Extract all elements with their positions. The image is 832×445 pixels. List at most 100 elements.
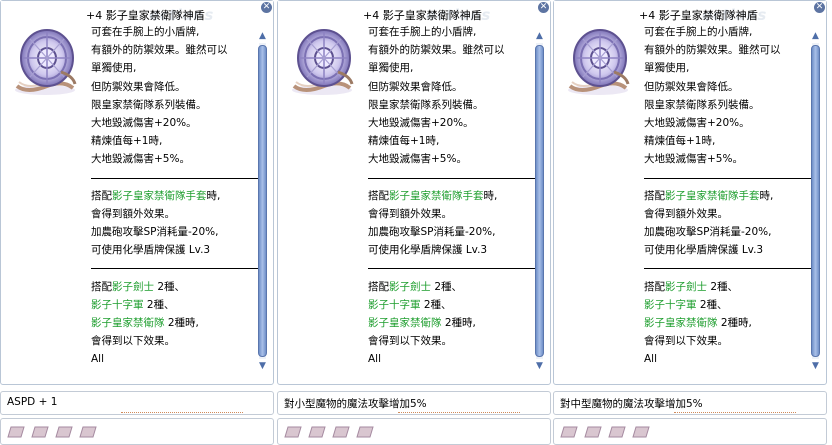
desc-line: 大地毀滅傷害+20%。 [644,116,750,129]
set-bonus-text: ASPD + 1 [7,396,58,408]
scroll-thumb[interactable] [258,45,267,357]
desc-line: 可套在手腕上的小盾牌, [91,26,200,38]
set-line: 影子皇家禁衛隊 2種時, [91,317,199,329]
item-description-window: ections +4 影子皇家禁衛隊神盾 ✕ 可套在手腕上的小盾牌, 有額外的防… [0,0,274,385]
desc-line: 單獨使用, [644,62,690,75]
card-slot-icon[interactable] [7,426,25,438]
arrow-up-icon[interactable]: ▲ [257,31,268,41]
card-slot-icon[interactable] [560,426,578,438]
arrow-up-icon[interactable]: ▲ [810,31,821,41]
desc-line: 限皇家禁衛隊系列裝備。 [644,98,760,111]
desc-line: 可使用化學盾牌保護 Lv.3 [644,244,764,257]
card-slot-icon[interactable] [608,426,626,438]
desc-line: 精煉值每+1時, [368,135,440,148]
item-panel: ections +4 影子皇家禁衛隊神盾 ✕ 可套在手腕上的小盾牌, 有額外的防… [553,0,827,445]
set-line: 影子皇家禁衛隊 2種時, [368,317,476,329]
card-slot-icon[interactable] [632,426,650,438]
item-description: 可套在手腕上的小盾牌, 有額外的防禦效果。雖然可以 單獨使用, 但防禦效果會降低… [644,23,817,369]
close-icon[interactable]: ✕ [538,2,549,13]
scrollbar[interactable]: ▲ ▼ [256,31,269,371]
divider [368,259,541,277]
set-bonus-box: ASPD + 1 [0,391,274,415]
shield-item-icon [560,24,636,100]
card-slots [277,418,551,445]
set-line: 搭配影子劍士 2種、 [644,280,739,293]
desc-line: 會得到額外效果。 [644,207,728,220]
card-slot-icon[interactable] [332,426,350,438]
desc-line: 有額外的防禦效果。雖然可以 [91,44,228,57]
desc-line: 會得到以下效果。 [91,335,175,348]
card-slot-icon[interactable] [55,426,73,438]
desc-line: 但防禦效果會降低。 [644,80,739,93]
combo-item-link: 影子皇家禁衛隊手套 [389,189,484,202]
item-description: 可套在手腕上的小盾牌, 有額外的防禦效果。雖然可以 單獨使用, 但防禦效果會降低… [368,23,541,369]
close-icon[interactable]: ✕ [814,2,825,13]
title-bar[interactable]: ections +4 影子皇家禁衛隊神盾 ✕ [278,1,550,24]
combo-line: 搭配影子皇家禁衛隊手套時, [368,189,498,202]
desc-line: 大地毀滅傷害+5%。 [644,153,743,166]
item-title: +4 影子皇家禁衛隊神盾 [86,9,205,22]
desc-line: 大地毀滅傷害+5%。 [91,153,190,166]
bonus-underline [398,412,520,413]
arrow-down-icon[interactable]: ▼ [810,361,821,371]
divider [644,259,817,277]
scroll-thumb[interactable] [811,45,820,357]
desc-line: 加農砲攻擊SP消耗量-20%, [91,226,219,239]
scrollbar[interactable]: ▲ ▼ [809,31,822,371]
divider [91,169,264,187]
desc-line: 大地毀滅傷害+5%。 [368,153,467,166]
set-item-name: 影子皇家禁衛隊 [368,317,442,329]
set-item-name: 影子劍士 [389,280,431,293]
set-line: 影子十字軍 2種、 [644,298,728,311]
desc-line: All [91,353,105,366]
card-slot-icon[interactable] [308,426,326,438]
item-title: +4 影子皇家禁衛隊神盾 [639,9,758,22]
desc-line: 會得到額外效果。 [91,207,175,220]
arrow-down-icon[interactable]: ▼ [534,361,545,371]
bonus-underline [121,412,243,413]
card-slot-icon[interactable] [79,426,97,438]
scroll-thumb[interactable] [535,45,544,357]
item-description-window: ections +4 影子皇家禁衛隊神盾 ✕ 可套在手腕上的小盾牌, 有額外的防… [553,0,827,385]
arrow-down-icon[interactable]: ▼ [257,361,268,371]
desc-line: 會得到以下效果。 [644,335,728,348]
close-icon[interactable]: ✕ [261,2,272,13]
desc-line: 加農砲攻擊SP消耗量-20%, [644,226,772,239]
card-slots [553,418,827,445]
desc-line: All [644,353,658,366]
set-bonus-box: 對中型魔物的魔法攻擊增加5% [553,391,827,415]
card-slot-icon[interactable] [356,426,374,438]
item-description-window: ections +4 影子皇家禁衛隊神盾 ✕ 可套在手腕上的小盾牌, 有額外的防… [277,0,551,385]
bonus-underline [674,412,796,413]
desc-line: 單獨使用, [368,62,414,75]
arrow-up-icon[interactable]: ▲ [534,31,545,41]
set-item-name: 影子劍士 [112,280,154,293]
scrollbar[interactable]: ▲ ▼ [533,31,546,371]
set-bonus-text: 對中型魔物的魔法攻擊增加5% [560,398,703,410]
desc-line: 可使用化學盾牌保護 Lv.3 [91,244,211,257]
combo-item-link: 影子皇家禁衛隊手套 [665,189,760,202]
item-title: +4 影子皇家禁衛隊神盾 [363,9,482,22]
desc-line: 可套在手腕上的小盾牌, [644,26,753,38]
card-slot-icon[interactable] [584,426,602,438]
set-line: 影子十字軍 2種、 [91,298,175,311]
card-slot-icon[interactable] [31,426,49,438]
desc-line: 精煉值每+1時, [644,135,716,148]
desc-line: 限皇家禁衛隊系列裝備。 [368,98,484,111]
divider [91,259,264,277]
set-item-name: 影子十字軍 [91,298,144,311]
set-bonus-text: 對小型魔物的魔法攻擊增加5% [284,398,427,410]
set-item-name: 影子十字軍 [644,298,697,311]
card-slot-icon[interactable] [284,426,302,438]
title-bar[interactable]: ections +4 影子皇家禁衛隊神盾 ✕ [554,1,826,24]
set-bonus-box: 對小型魔物的魔法攻擊增加5% [277,391,551,415]
set-item-name: 影子十字軍 [368,298,421,311]
desc-line: 但防禦效果會降低。 [368,80,463,93]
item-description: 可套在手腕上的小盾牌, 有額外的防禦效果。雖然可以 單獨使用, 但防禦效果會降低… [91,23,264,369]
desc-line: 可使用化學盾牌保護 Lv.3 [368,244,488,257]
set-line: 搭配影子劍士 2種、 [368,280,463,293]
desc-line: 大地毀滅傷害+20%。 [91,116,197,129]
combo-line: 搭配影子皇家禁衛隊手套時, [91,189,221,202]
shield-item-icon [284,24,360,100]
title-bar[interactable]: ections +4 影子皇家禁衛隊神盾 ✕ [1,1,273,24]
